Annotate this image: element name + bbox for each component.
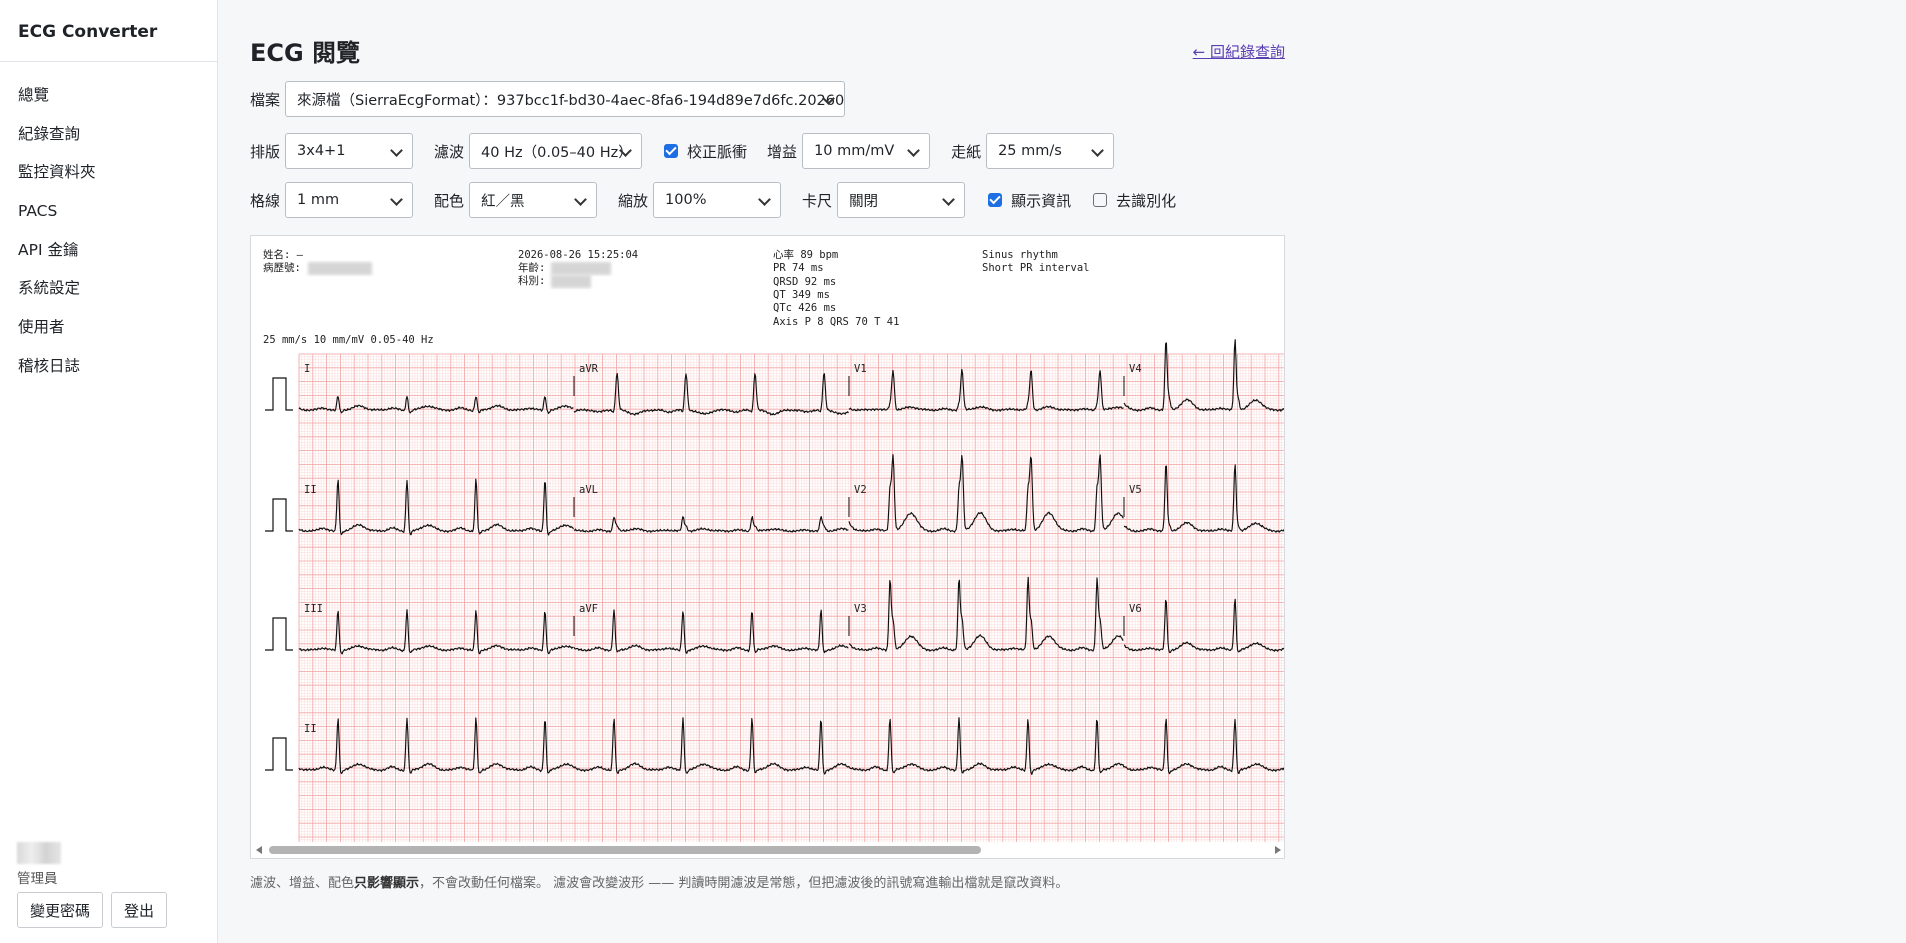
account-actions: 變更密碼 登出 (17, 892, 168, 928)
lead-label-II: II (304, 484, 317, 496)
scroll-left-arrow-icon[interactable] (256, 846, 262, 854)
app-brand: ECG Converter (0, 0, 217, 62)
sidebar-item-pacs[interactable]: PACS (0, 192, 217, 231)
qt-interval: QT 349 ms (773, 289, 830, 301)
caliper-select[interactable]: 關閉 (837, 182, 966, 218)
calibration-pulse-4 (265, 737, 293, 771)
calibration-checkbox[interactable] (664, 144, 679, 158)
qtc-interval: QTc 426 ms (773, 302, 836, 314)
show-info-checkbox[interactable] (988, 193, 1003, 207)
sidebar-item-watch-folders[interactable]: 監控資料夾 (0, 153, 217, 192)
study-datetime: 2026-08-26 15:25:04 (518, 249, 638, 261)
grid-select[interactable]: 1 mm (285, 182, 414, 218)
lead-label-II: II (304, 723, 317, 735)
speed-label: 走紙 (951, 142, 982, 161)
footnote-part-1: 濾波、增益、配色 (250, 876, 355, 891)
gain-label: 增益 (767, 142, 798, 161)
sidebar-nav: 總覽 紀錄查詢 監控資料夾 PACS API 金鑰 系統設定 使用者 稽核日誌 (0, 62, 217, 386)
calibration-pulse-1 (265, 377, 293, 411)
calibration-pulse-3 (265, 617, 293, 651)
axis-values: Axis P 8 QRS 70 T 41 (773, 316, 899, 328)
heart-rate: 心率 89 bpm (773, 248, 838, 261)
layout-label: 排版 (250, 142, 281, 161)
footnote-part-2: ，不會改動任何檔案。 濾波會改變波形 —— 判讀時開濾波是常態，但把濾波後的訊號… (419, 876, 1069, 891)
horizontal-scrollbar[interactable] (251, 842, 1284, 858)
ecg-settings-line: 25 mm/s 10 mm/mV 0.05-40 Hz (263, 334, 434, 346)
department-label: 科別: (518, 274, 545, 287)
patient-age-redacted (551, 262, 611, 275)
interpretation-line-1: Sinus rhythm (982, 249, 1058, 261)
color-label: 配色 (434, 191, 465, 210)
lead-label-aVR: aVR (579, 363, 599, 375)
lead-label-V4: V4 (1129, 363, 1142, 375)
user-box: 管理員 (17, 842, 61, 887)
sidebar-item-users[interactable]: 使用者 (0, 308, 217, 347)
show-info-label: 顯示資訊 (1011, 191, 1072, 210)
zoom-select[interactable]: 100% (653, 182, 782, 218)
patient-mrn-redacted (308, 262, 372, 275)
back-to-records-link[interactable]: ← 回紀錄查詢 (1193, 41, 1285, 62)
caliper-label: 卡尺 (802, 191, 833, 210)
sidebar-item-api-keys[interactable]: API 金鑰 (0, 231, 217, 270)
file-row: 檔案 來源檔（SierraEcgFormat）：937bcc1f-bd30-4a… (250, 81, 846, 117)
filter-label: 濾波 (434, 142, 465, 161)
ecg-header: 姓名: — 病歷號: 2026-08-26 15:25:04 年齡: 科別: 心… (263, 248, 1089, 346)
display-options-row-1: 排版 3x4+1 濾波 40 Hz（0.05–40 Hz） 校正脈衝 增益 10… (250, 133, 1115, 169)
deidentify-label: 去識別化 (1116, 191, 1177, 210)
filter-select[interactable]: 40 Hz（0.05–40 Hz） (469, 133, 643, 169)
lead-labels: IaVR V1 V4 II aVL V2 V5 III aVF V3 V6 II (304, 363, 1142, 735)
department-redacted (551, 275, 591, 288)
ecg-viewer[interactable]: 姓名: — 病歷號: 2026-08-26 15:25:04 年齡: 科別: 心… (250, 235, 1285, 859)
pr-interval: PR 74 ms (773, 262, 824, 274)
lead-label-V5: V5 (1129, 484, 1142, 496)
sidebar: ECG Converter 總覽 紀錄查詢 監控資料夾 PACS API 金鑰 … (0, 0, 218, 943)
gain-select[interactable]: 10 mm/mV (802, 133, 931, 169)
lead-label-V2: V2 (854, 484, 867, 496)
qrs-duration: QRSD 92 ms (773, 276, 836, 288)
user-role: 管理員 (17, 871, 58, 887)
patient-mrn-label: 病歷號: (263, 261, 301, 274)
scroll-thumb[interactable] (269, 846, 981, 854)
lead-label-III: III (304, 603, 323, 615)
user-name-redacted (17, 842, 61, 864)
grid-label: 格線 (250, 191, 281, 210)
patient-name: 姓名: — (263, 248, 304, 261)
scroll-right-arrow-icon[interactable] (1275, 846, 1281, 854)
lead-label-V3: V3 (854, 603, 867, 615)
lead-label-aVF: aVF (579, 603, 598, 615)
patient-age-label: 年齡: (518, 261, 545, 274)
sidebar-item-overview[interactable]: 總覽 (0, 76, 217, 115)
ecg-canvas[interactable]: 姓名: — 病歷號: 2026-08-26 15:25:04 年齡: 科別: 心… (251, 236, 1285, 844)
layout-select[interactable]: 3x4+1 (285, 133, 414, 169)
interpretation-line-2: Short PR interval (982, 262, 1089, 274)
file-select[interactable]: 來源檔（SierraEcgFormat）：937bcc1f-bd30-4aec-… (285, 81, 846, 117)
lead-label-aVL: aVL (579, 484, 598, 496)
file-label: 檔案 (250, 90, 281, 109)
trace-aVL-row-2 (573, 516, 849, 533)
speed-select[interactable]: 25 mm/s (986, 133, 1115, 169)
logout-button[interactable]: 登出 (111, 892, 168, 928)
color-scheme-select[interactable]: 紅／黑 (469, 182, 598, 218)
calibration-pulse-2 (265, 498, 293, 532)
lead-label-I: I (304, 363, 310, 375)
page-title: ECG 閱覽 (250, 39, 361, 67)
lead-label-V1: V1 (854, 363, 867, 375)
calibration-label: 校正脈衝 (687, 142, 748, 161)
display-only-note: 濾波、增益、配色只影響顯示，不會改動任何檔案。 濾波會改變波形 —— 判讀時開濾… (250, 872, 1068, 891)
sidebar-item-settings[interactable]: 系統設定 (0, 269, 217, 308)
display-options-row-2: 格線 1 mm 配色 紅／黑 縮放 100% 卡尺 關閉 顯示資訊 去識別化 (250, 182, 1181, 218)
zoom-label: 縮放 (618, 191, 649, 210)
footnote-bold: 只影響顯示 (354, 876, 420, 891)
sidebar-item-records[interactable]: 紀錄查詢 (0, 115, 217, 154)
sidebar-item-audit-log[interactable]: 稽核日誌 (0, 347, 217, 386)
lead-label-V6: V6 (1129, 603, 1142, 615)
deidentify-checkbox[interactable] (1093, 193, 1108, 207)
change-password-button[interactable]: 變更密碼 (17, 892, 104, 928)
